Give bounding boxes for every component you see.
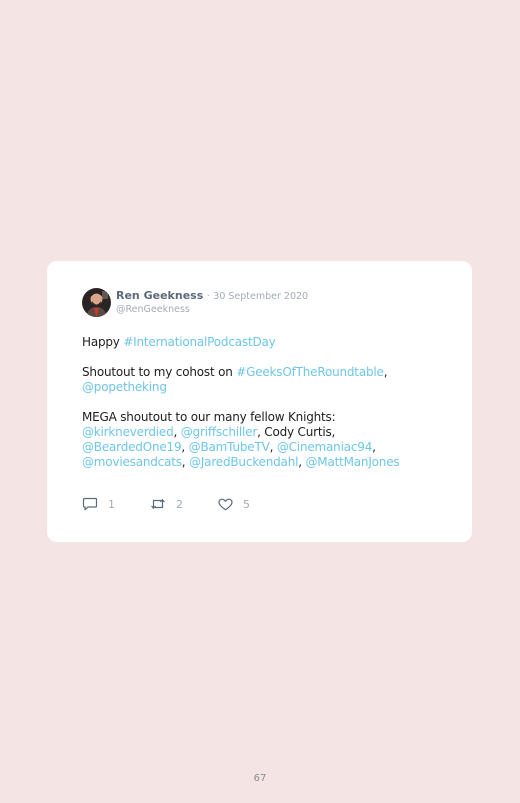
retweet-icon xyxy=(151,498,165,510)
reply-count: 1 xyxy=(108,497,115,511)
tweet-text-segment: , xyxy=(181,440,189,454)
avatar[interactable] xyxy=(82,288,111,317)
tweet-date[interactable]: 30 September 2020 xyxy=(213,291,308,302)
like-count: 5 xyxy=(243,497,250,511)
tweet-text: Happy #InternationalPodcastDay Shoutout t… xyxy=(82,335,432,470)
tweet-header: Ren Geekness · 30 September 2020 @RenGee… xyxy=(82,288,308,317)
mention-link[interactable]: @popetheking xyxy=(82,380,167,394)
heart-icon xyxy=(218,498,233,510)
hashtag-link[interactable]: #InternationalPodcastDay xyxy=(123,335,275,349)
mention-link[interactable]: @JaredBuckendahl xyxy=(189,455,298,469)
tweet-text-segment: Happy xyxy=(82,335,124,349)
user-handle[interactable]: @RenGeekness xyxy=(116,303,308,316)
tweet-text-segment: , xyxy=(181,455,190,469)
mention-link[interactable]: @BeardedOne19 xyxy=(82,440,182,454)
retweet-button[interactable]: 2 xyxy=(150,497,218,511)
mention-link[interactable]: @moviesandcats xyxy=(82,455,182,469)
retweet-count: 2 xyxy=(176,497,183,511)
name-line: Ren Geekness · 30 September 2020 xyxy=(116,289,308,303)
page-number: 67 xyxy=(253,773,267,784)
tweet-paragraph: Shoutout to my cohost on #GeeksOfTheRoun… xyxy=(82,365,432,395)
tweet-text-segment: , Cody Curtis, xyxy=(257,425,336,439)
tweet-text-segment: , xyxy=(269,440,277,454)
tweet-actions: 1 2 5 xyxy=(82,497,250,511)
display-name[interactable]: Ren Geekness xyxy=(116,289,203,302)
reply-button[interactable]: 1 xyxy=(82,497,150,511)
like-button[interactable]: 5 xyxy=(218,498,250,511)
mention-link[interactable]: @Cinemaniac94 xyxy=(277,440,373,454)
tweet-text-segment: , xyxy=(173,425,181,439)
separator: · xyxy=(206,291,210,302)
speech-bubble-icon xyxy=(82,497,98,511)
mention-link[interactable]: @kirkneverdied xyxy=(82,425,174,439)
tweet-paragraph: MEGA shoutout to our many fellow Knights… xyxy=(82,410,432,470)
tweet-text-segment: MEGA shoutout to our many fellow Knights… xyxy=(82,410,336,424)
tweet-card: Ren Geekness · 30 September 2020 @RenGee… xyxy=(47,261,472,542)
mention-link[interactable]: @BamTubeTV xyxy=(189,440,270,454)
hashtag-link[interactable]: #GeeksOfTheRoundtable xyxy=(236,365,384,379)
tweet-text-segment: , xyxy=(383,365,388,379)
author-info: Ren Geekness · 30 September 2020 @RenGee… xyxy=(116,289,308,316)
mention-link[interactable]: @MattManJones xyxy=(305,455,399,469)
tweet-text-segment: Shoutout to my cohost on xyxy=(82,365,237,379)
tweet-text-segment: , xyxy=(372,440,376,454)
mention-link[interactable]: @griffschiller xyxy=(181,425,258,439)
tweet-paragraph: Happy #InternationalPodcastDay xyxy=(82,335,432,350)
